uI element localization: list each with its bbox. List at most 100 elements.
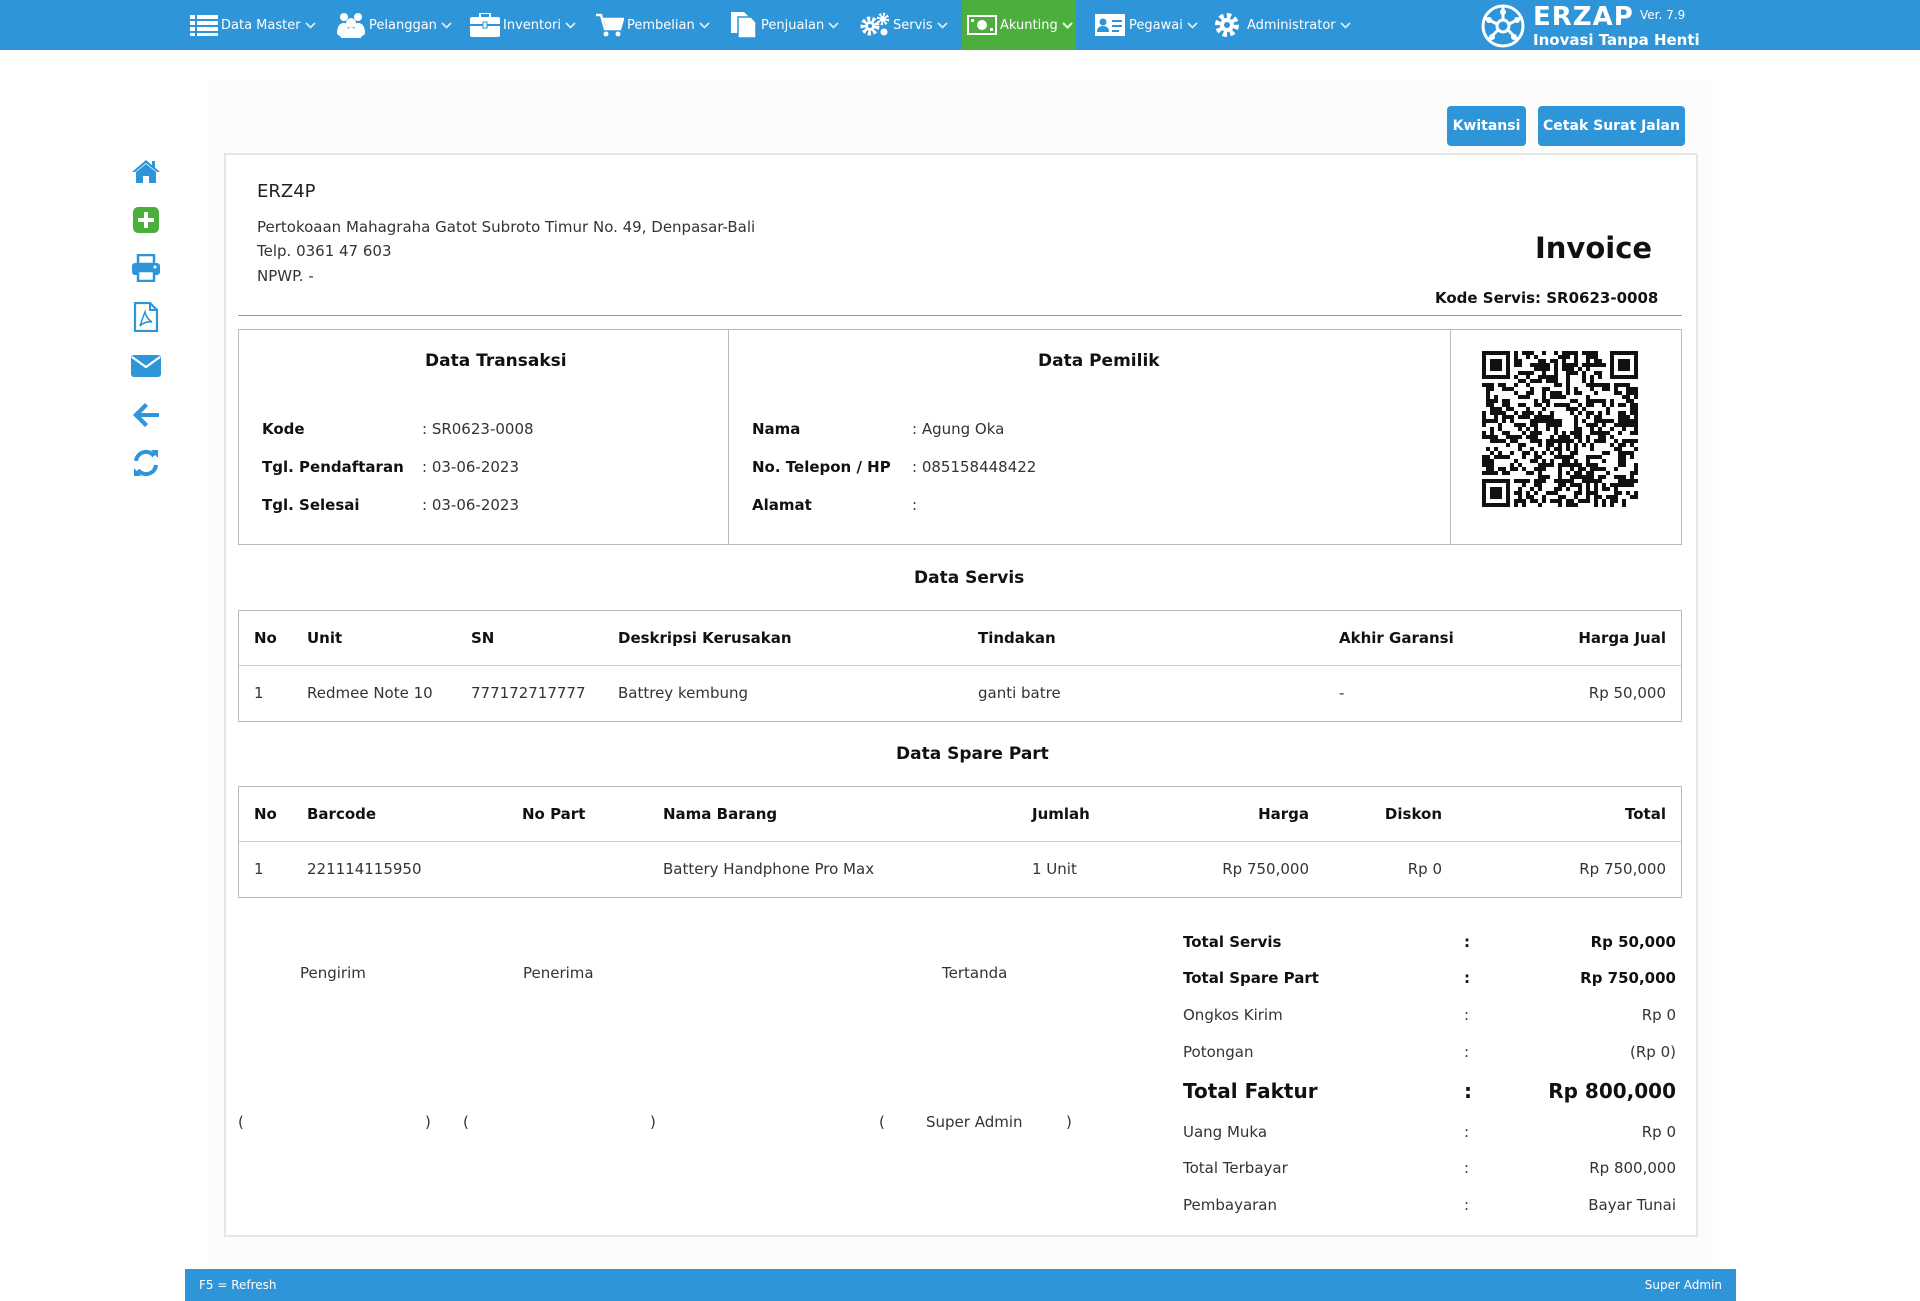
status-footer: F5 = Refresh Super Admin: [185, 1269, 1736, 1301]
table-cell: Battery Handphone Pro Max: [663, 860, 875, 878]
table-cell: Rp 750,000: [1222, 860, 1309, 878]
footer-user: Super Admin: [1644, 1278, 1722, 1292]
paren-close: ): [650, 1113, 656, 1131]
chevron-down-icon: [565, 21, 576, 29]
company-phone: Telp. 0361 47 603: [257, 242, 392, 260]
home-icon: [132, 160, 160, 183]
kwitansi-button[interactable]: Kwitansi: [1447, 106, 1526, 146]
col-header: Deskripsi Kerusakan: [618, 629, 792, 647]
nav-servis[interactable]: Servis: [860, 0, 948, 50]
company-npwp: NPWP. -: [257, 267, 314, 285]
print-button[interactable]: [130, 252, 162, 284]
table-header: No Barcode No Part Nama Barang Jumlah Ha…: [239, 787, 1681, 842]
chevron-down-icon: [1061, 21, 1073, 29]
table-cell: Rp 0: [1407, 860, 1442, 878]
total-sep: :: [1464, 1079, 1472, 1103]
refresh-button[interactable]: [130, 447, 162, 479]
header-divider: [238, 315, 1682, 316]
chevron-down-icon: [1340, 21, 1351, 29]
transaksi-title: Data Transaksi: [425, 351, 567, 371]
nav-inventori[interactable]: Inventori: [470, 0, 576, 50]
money-icon: [967, 15, 997, 35]
invoice-title: Invoice: [1535, 231, 1653, 265]
add-button[interactable]: [130, 204, 162, 236]
col-header: No Part: [522, 805, 586, 823]
nav-data-master[interactable]: Data Master: [190, 0, 316, 50]
col-header: Diskon: [1384, 805, 1442, 823]
back-arrow-icon: [133, 403, 159, 427]
total-label: Total Servis: [1183, 933, 1282, 951]
signer-name: Super Admin: [926, 1113, 1023, 1131]
sparepart-table: No Barcode No Part Nama Barang Jumlah Ha…: [238, 786, 1682, 898]
email-icon: [131, 355, 161, 377]
cart-icon: [596, 13, 624, 37]
paren-close: ): [425, 1113, 431, 1131]
qr-code: [1482, 351, 1638, 507]
servis-title: Data Servis: [914, 568, 1025, 588]
company-address: Pertokoaan Mahagraha Gatot Subroto Timur…: [257, 218, 756, 236]
table-cell: Rp 50,000: [1588, 684, 1666, 702]
signature-pengirim-label: Pengirim: [300, 964, 366, 982]
table-cell: 1: [254, 684, 264, 702]
nav-label: Akunting: [1000, 17, 1058, 33]
pemilik-label: No. Telepon / HP: [752, 458, 891, 476]
nav-administrator[interactable]: Administrator: [1214, 0, 1351, 50]
cetak-surat-jalan-button[interactable]: Cetak Surat Jalan: [1538, 106, 1685, 146]
col-header: Total: [1625, 805, 1666, 823]
transaksi-label: Tgl. Selesai: [262, 496, 360, 514]
footer-hint: F5 = Refresh: [199, 1278, 277, 1292]
total-label: Ongkos Kirim: [1183, 1006, 1283, 1024]
add-icon: [133, 207, 159, 233]
total-sep: :: [1464, 1196, 1470, 1214]
users-icon: [337, 13, 365, 38]
table-cell: ganti batre: [978, 684, 1061, 702]
print-icon: [132, 254, 160, 282]
nav-akunting[interactable]: Akunting: [962, 0, 1076, 50]
table-cell: 1 Unit: [1032, 860, 1077, 878]
gears-icon: [860, 12, 890, 36]
signature-tertanda-label: Tertanda: [942, 964, 1008, 982]
table-row: 1 221114115950 Battery Handphone Pro Max…: [239, 842, 1681, 897]
home-button[interactable]: [130, 155, 162, 187]
paren-close: ): [1066, 1113, 1072, 1131]
briefcase-icon: [470, 13, 500, 37]
top-navbar: Data Master Pelanggan Inventori Pembelia…: [0, 0, 1920, 50]
nav-pembelian[interactable]: Pembelian: [596, 0, 710, 50]
table-header: No Unit SN Deskripsi Kerusakan Tindakan …: [239, 611, 1681, 666]
transaksi-panel: Data Transaksi Kode : SR0623-0008 Tgl. P…: [239, 330, 729, 544]
total-value: Rp 800,000: [1589, 1159, 1676, 1177]
table-cell: 221114115950: [307, 860, 422, 878]
nav-label: Data Master: [221, 17, 301, 33]
total-value: Rp 50,000: [1590, 933, 1676, 951]
sparepart-title: Data Spare Part: [896, 744, 1049, 764]
transaksi-value: : SR0623-0008: [422, 420, 534, 438]
signature-penerima-label: Penerima: [523, 964, 594, 982]
nav-penjualan[interactable]: Penjualan: [730, 0, 839, 50]
total-label: Total Spare Part: [1183, 969, 1319, 987]
nav-label: Inventori: [503, 17, 562, 33]
pdf-button[interactable]: [130, 301, 162, 333]
pemilik-value: : Agung Oka: [912, 420, 1005, 438]
nav-label: Pegawai: [1129, 17, 1183, 33]
nav-label: Servis: [893, 17, 933, 33]
total-sep: :: [1464, 1123, 1470, 1141]
total-label: Potongan: [1183, 1043, 1254, 1061]
table-cell: Redmee Note 10: [307, 684, 433, 702]
chevron-down-icon: [1187, 21, 1198, 29]
nav-pegawai[interactable]: Pegawai: [1094, 0, 1198, 50]
total-faktur-value: Rp 800,000: [1548, 1079, 1676, 1103]
nav-pelanggan[interactable]: Pelanggan: [336, 0, 452, 50]
pemilik-value: : 085158448422: [912, 458, 1037, 476]
paren-open: (: [238, 1113, 244, 1131]
transaksi-value: : 03-06-2023: [422, 496, 519, 514]
transaksi-value: : 03-06-2023: [422, 458, 519, 476]
transaksi-label: Kode: [262, 420, 305, 438]
col-header: Nama Barang: [663, 805, 778, 823]
email-button[interactable]: [130, 350, 162, 382]
col-header: No: [254, 629, 277, 647]
chevron-down-icon: [699, 21, 710, 29]
back-button[interactable]: [130, 399, 162, 431]
erzap-logo-icon: [1481, 4, 1525, 48]
col-header: Unit: [307, 629, 343, 647]
total-value: Bayar Tunai: [1588, 1196, 1676, 1214]
